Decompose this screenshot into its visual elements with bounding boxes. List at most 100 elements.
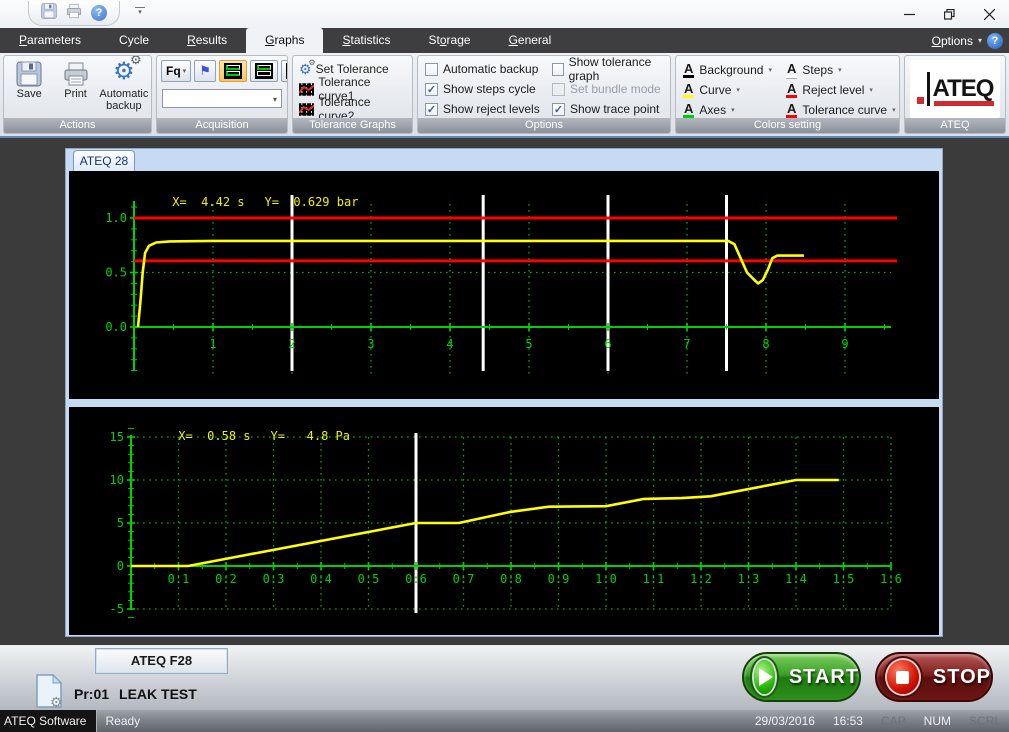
font-color-icon: A [786, 83, 797, 98]
statusbar-cap: CAP [881, 714, 906, 728]
group-caption-tolerance: Tolerance Graphs [293, 118, 412, 133]
group-caption-options: Options [418, 118, 670, 133]
checkbox-set-bundle-mode: Set bundle mode [552, 79, 670, 99]
chevron-down-icon: ▾ [892, 106, 896, 114]
chevron-down-icon: ▾ [978, 36, 982, 45]
layout-both-graphs-button[interactable] [219, 60, 247, 82]
svg-text:0:8: 0:8 [500, 572, 522, 586]
checkbox-box: ✓ [425, 103, 438, 116]
tab-cycle[interactable]: Cycle [100, 28, 168, 53]
checkbox-show-steps-cycle[interactable]: ✓Show steps cycle [425, 79, 552, 99]
tab-statistics[interactable]: Statistics [323, 28, 409, 53]
svg-text:0:6: 0:6 [405, 572, 427, 586]
stop-icon [887, 660, 919, 694]
chevron-down-icon: ▾ [768, 66, 772, 74]
color-axes-button[interactable]: AAxes▾ [683, 100, 786, 120]
svg-text:⚙: ⚙ [50, 694, 62, 708]
tab-storage[interactable]: Storage [410, 28, 490, 53]
tab-parameters[interactable]: Parameters [0, 28, 100, 53]
pressure-chart[interactable]: 1234567890.00.51.0 X= 4.42 sY= 0.629 bar [69, 171, 939, 399]
svg-text:10: 10 [110, 473, 124, 487]
qat-print-icon[interactable] [66, 3, 82, 24]
group-caption-actions: Actions [4, 118, 151, 133]
acquisition-combobox[interactable]: ▾ [162, 89, 282, 108]
svg-text:1: 1 [209, 337, 216, 351]
statusbar-app-name: ATEQ Software [0, 710, 97, 732]
program-document-icon: ⚙ [36, 674, 62, 713]
layout-top-graph-button[interactable] [250, 60, 278, 82]
chevron-down-icon: ▾ [869, 86, 873, 94]
svg-text:0:9: 0:9 [548, 572, 570, 586]
document-tab-ateq28[interactable]: ATEQ 28 [73, 150, 135, 171]
checkbox-automatic-backup[interactable]: Automatic backup [425, 59, 552, 79]
qat-save-icon[interactable] [41, 3, 57, 24]
automatic-backup-button[interactable]: ⚙⚙ Automatic backup [99, 59, 149, 112]
statusbar: ATEQ Software Ready 29/03/2016 16:53 CAP… [0, 710, 1009, 732]
group-options: Automatic backup ✓Show steps cycle ✓Show… [417, 55, 671, 134]
checkbox-box: ✓ [425, 83, 438, 96]
qat-help-icon[interactable]: ? [91, 5, 107, 21]
svg-text:0.0: 0.0 [105, 320, 127, 334]
svg-text:0:1: 0:1 [168, 572, 190, 586]
color-curve-button[interactable]: ACurve▾ [683, 80, 786, 100]
checkbox-box: ✓ [552, 103, 565, 116]
svg-text:1:1: 1:1 [643, 572, 665, 586]
logo-red-square [917, 97, 924, 104]
svg-text:0:7: 0:7 [453, 572, 475, 586]
top-graph-icon [255, 63, 273, 79]
print-button[interactable]: Print [52, 59, 98, 112]
color-tolerance-curve-button[interactable]: ATolerance curve▾ [786, 100, 900, 120]
svg-text:5: 5 [525, 337, 532, 351]
gear-icon: ⚙⚙ [299, 62, 312, 77]
tab-results[interactable]: Results [168, 28, 246, 53]
tolerance-curve-icon [299, 103, 314, 116]
leak-chart[interactable]: 0:10:20:30:40:50:60:70:80:91:01:11:21:31… [69, 407, 939, 635]
group-actions: Save Print ⚙⚙ Automatic backup Actions [3, 55, 152, 134]
layout-bottom-graph-button[interactable] [281, 60, 288, 82]
help-icon[interactable]: ? [987, 33, 1003, 49]
checkbox-show-tolerance-graph[interactable]: Show tolerance graph [552, 59, 670, 79]
play-icon [754, 660, 775, 694]
group-acquisition: Fq▾ ⚑ ▾ Acquisition [156, 55, 288, 134]
gear-icon: ⚙⚙ [113, 59, 135, 87]
color-steps-button[interactable]: ASteps▾ [786, 60, 900, 80]
svg-text:5: 5 [117, 516, 124, 530]
stop-button[interactable]: STOP [875, 652, 993, 702]
color-reject-level-button[interactable]: AReject level▾ [786, 80, 900, 100]
group-ateq: ATEQ ATEQ [904, 55, 1006, 134]
checkbox-show-trace-point[interactable]: ✓Show trace point [552, 99, 670, 119]
main-area: ATEQ 28 1234567890.00.51.0 X= 4.42 sY= 0… [0, 138, 1009, 645]
close-button[interactable] [969, 0, 1009, 28]
bottom-graph-icon [286, 63, 288, 79]
ateq-logo: ATEQ [910, 60, 1000, 118]
svg-text:1:6: 1:6 [880, 572, 902, 586]
svg-text:1:0: 1:0 [595, 572, 617, 586]
color-background-button[interactable]: ABackground▾ [683, 60, 786, 80]
minimize-button[interactable] [889, 0, 929, 28]
ribbon: Save Print ⚙⚙ Automatic backup Actions [0, 53, 1009, 138]
options-menu[interactable]: Options [932, 34, 973, 48]
font-color-icon: A [786, 103, 797, 118]
filter-flag-button[interactable]: ⚑ [194, 60, 216, 82]
svg-text:0:3: 0:3 [263, 572, 285, 586]
chevron-down-icon: ▾ [273, 95, 277, 104]
device-name-box[interactable]: ATEQ F28 [95, 648, 228, 674]
svg-text:0: 0 [117, 559, 124, 573]
svg-text:-5: -5 [110, 602, 124, 616]
group-caption-acquisition: Acquisition [157, 118, 287, 133]
tab-graphs[interactable]: Graphs [246, 28, 323, 53]
checkbox-box [552, 63, 564, 76]
statusbar-date: 29/03/2016 [755, 714, 815, 728]
svg-text:1:3: 1:3 [738, 572, 760, 586]
svg-text:2: 2 [288, 337, 295, 351]
save-button[interactable]: Save [6, 59, 52, 112]
fq-button[interactable]: Fq▾ [161, 60, 191, 82]
checkbox-show-reject-levels[interactable]: ✓Show reject levels [425, 99, 552, 119]
tolerance-curve2-button[interactable]: Tolerance curve2 [293, 99, 412, 119]
qat-customize-icon[interactable]: ▾ [135, 7, 145, 18]
start-button[interactable]: START [742, 652, 861, 702]
flag-icon: ⚑ [199, 63, 211, 79]
tab-general[interactable]: General [490, 28, 571, 53]
restore-button[interactable] [929, 0, 969, 28]
checkbox-box [425, 63, 438, 76]
